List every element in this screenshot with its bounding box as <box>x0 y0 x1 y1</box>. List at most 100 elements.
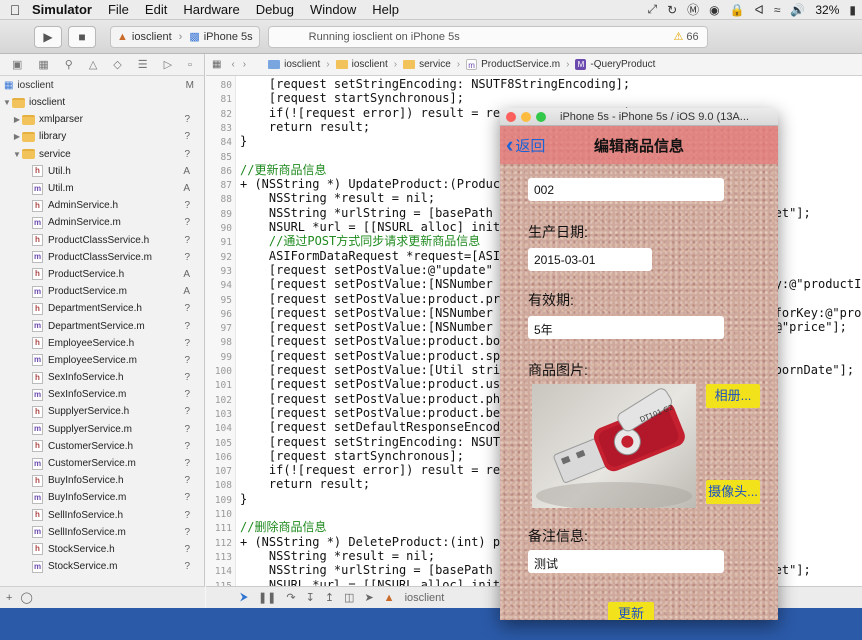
menu-edit[interactable]: Edit <box>137 2 175 17</box>
menu-file[interactable]: File <box>100 2 137 17</box>
disclosure-closed-icon[interactable]: ▶ <box>12 132 22 141</box>
file-row[interactable]: h SellInfoService.h? <box>0 507 204 524</box>
file-row[interactable]: h DepartmentService.h? <box>0 300 204 317</box>
file-row[interactable]: m BuyInfoService.m? <box>0 489 204 506</box>
file-row[interactable]: m SupplyerService.m? <box>0 421 204 438</box>
record-icon[interactable]: ◉ <box>709 3 719 17</box>
close-window-button[interactable] <box>506 111 516 122</box>
file-row[interactable]: h SupplyerService.h? <box>0 403 204 420</box>
disclosure-open-icon[interactable]: ▼ <box>12 150 22 159</box>
back-button[interactable]: ‹ 返回 <box>506 134 545 156</box>
crumb-project[interactable]: iosclient <box>268 59 320 70</box>
forward-arrow-icon[interactable]: › <box>243 59 246 70</box>
album-button[interactable]: 相册... <box>706 384 760 408</box>
file-row[interactable]: m CustomerService.m? <box>0 455 204 472</box>
remark-field[interactable]: 测试 <box>528 550 724 573</box>
pause-icon[interactable]: ❚❚ <box>258 591 276 604</box>
battery-icon[interactable]: ▮ <box>849 3 856 17</box>
file-row[interactable]: m StockService.m? <box>0 558 204 575</box>
menu-help[interactable]: Help <box>364 2 407 17</box>
camera-button[interactable]: 摄像头... <box>706 480 760 504</box>
location-icon[interactable]: ➤ <box>364 591 373 604</box>
file-row[interactable]: m SellInfoService.m? <box>0 524 204 541</box>
step-in-icon[interactable]: ↧ <box>306 591 315 604</box>
app-target-icon: ▲ <box>117 30 128 43</box>
spec-field[interactable]: 002 <box>528 178 724 201</box>
file-row[interactable]: m ProductService.m A <box>0 283 204 300</box>
header-file-icon: h <box>32 337 43 350</box>
warning-indicator[interactable]: ⚠ 66 <box>674 30 699 44</box>
issue-tab-icon[interactable]: △ <box>89 58 97 71</box>
search-tab-icon[interactable]: ⚲ <box>65 58 73 71</box>
apple-menu-icon[interactable]:  <box>0 2 30 18</box>
file-row[interactable]: m SexInfoService.m? <box>0 386 204 403</box>
wifi-icon[interactable]: ≈ <box>774 3 781 17</box>
stop-button[interactable]: ■ <box>68 25 96 48</box>
run-button[interactable]: ▶ <box>34 25 62 48</box>
crumb-method[interactable]: M -QueryProduct <box>575 59 655 70</box>
crumb-group[interactable]: iosclient <box>335 59 388 70</box>
file-row[interactable]: h StockService.h? <box>0 541 204 558</box>
volume-icon[interactable]: 🔊 <box>790 3 805 17</box>
folder-tab-icon[interactable]: ▣ <box>12 58 22 71</box>
step-out-icon[interactable]: ↥ <box>325 591 334 604</box>
minimize-window-button[interactable] <box>521 111 531 122</box>
menu-window[interactable]: Window <box>302 2 364 17</box>
battery-percent[interactable]: 32% <box>815 3 839 17</box>
add-icon[interactable]: + <box>6 592 12 604</box>
file-row[interactable]: h Util.h A <box>0 163 204 180</box>
back-arrow-icon[interactable]: ‹ <box>231 59 234 70</box>
file-row[interactable]: m AdminService.m? <box>0 214 204 231</box>
code-line[interactable]: 80 [request setStringEncoding: NSUTF8Str… <box>206 77 862 91</box>
file-row[interactable]: h SexInfoService.h? <box>0 369 204 386</box>
test-tab-icon[interactable]: ◇ <box>113 58 121 71</box>
code-line[interactable]: 81 [request startSynchronous]; <box>206 91 862 105</box>
source-control-badge: A <box>183 286 190 298</box>
file-row[interactable]: h CustomerService.h? <box>0 438 204 455</box>
source-control-badge: ? <box>184 131 190 143</box>
breakpoints-toggle-icon[interactable]: ⮞ <box>240 591 248 604</box>
disclosure-closed-icon[interactable]: ▶ <box>12 115 22 124</box>
bluetooth-icon[interactable]: ᐊ <box>755 3 764 17</box>
menu-hardware[interactable]: Hardware <box>175 2 247 17</box>
breakpoint-tab-icon[interactable]: ▷ <box>164 58 172 71</box>
fullscreen-icon[interactable]: ⤢ <box>647 2 657 17</box>
menu-debug[interactable]: Debug <box>248 2 302 17</box>
folder-row[interactable]: ▶ library? <box>0 128 204 145</box>
step-over-icon[interactable]: ↷ <box>286 591 295 604</box>
skype-icon[interactable]: Ⓜ <box>687 1 699 18</box>
report-tab-icon[interactable]: ▫ <box>188 59 192 71</box>
disclosure-open-icon[interactable]: ▼ <box>2 98 12 107</box>
xcode-toolbar: ▶ ■ ▲ iosclient › ▩ iPhone 5s Running io… <box>0 20 862 54</box>
zoom-window-button[interactable] <box>536 111 546 122</box>
crumb-folder[interactable]: service <box>403 59 451 70</box>
project-root-row[interactable]: ▦ iosclient M <box>0 76 204 94</box>
sync-icon[interactable]: ↻ <box>667 3 677 17</box>
born-date-field[interactable]: 2015-03-01 <box>528 248 652 271</box>
file-row[interactable]: m ProductClassService.m? <box>0 249 204 266</box>
folder-row[interactable]: ▼ service? <box>0 146 204 163</box>
view-hierarchy-icon[interactable]: ◫ <box>344 591 354 604</box>
update-button[interactable]: 更新 <box>608 602 654 620</box>
debug-tab-icon[interactable]: ☰ <box>138 58 148 71</box>
folder-row[interactable]: ▼ iosclient <box>0 94 204 111</box>
header-file-icon: h <box>32 199 43 212</box>
activity-status: Running iosclient on iPhone 5s <box>308 30 460 43</box>
menu-app-name[interactable]: Simulator <box>30 2 100 17</box>
grid-icon[interactable]: ▦ <box>212 59 221 70</box>
filter-icon[interactable]: ◯ <box>20 591 32 604</box>
file-row[interactable]: m EmployeeService.m? <box>0 352 204 369</box>
file-row[interactable]: h AdminService.h? <box>0 197 204 214</box>
crumb-file[interactable]: m ProductService.m <box>466 59 560 70</box>
folder-row[interactable]: ▶ xmlparser? <box>0 111 204 128</box>
file-row[interactable]: h EmployeeService.h? <box>0 335 204 352</box>
symbol-tab-icon[interactable]: ▦ <box>38 58 48 71</box>
use-date-field[interactable]: 5年 <box>528 316 724 339</box>
lock-icon[interactable]: 🔒 <box>730 3 745 17</box>
scheme-selector[interactable]: ▲ iosclient › ▩ iPhone 5s <box>110 25 260 48</box>
file-row[interactable]: h ProductService.h A <box>0 266 204 283</box>
file-row[interactable]: m Util.m A <box>0 180 204 197</box>
file-row[interactable]: h BuyInfoService.h? <box>0 472 204 489</box>
file-row[interactable]: h ProductClassService.h? <box>0 232 204 249</box>
file-row[interactable]: m DepartmentService.m? <box>0 317 204 334</box>
